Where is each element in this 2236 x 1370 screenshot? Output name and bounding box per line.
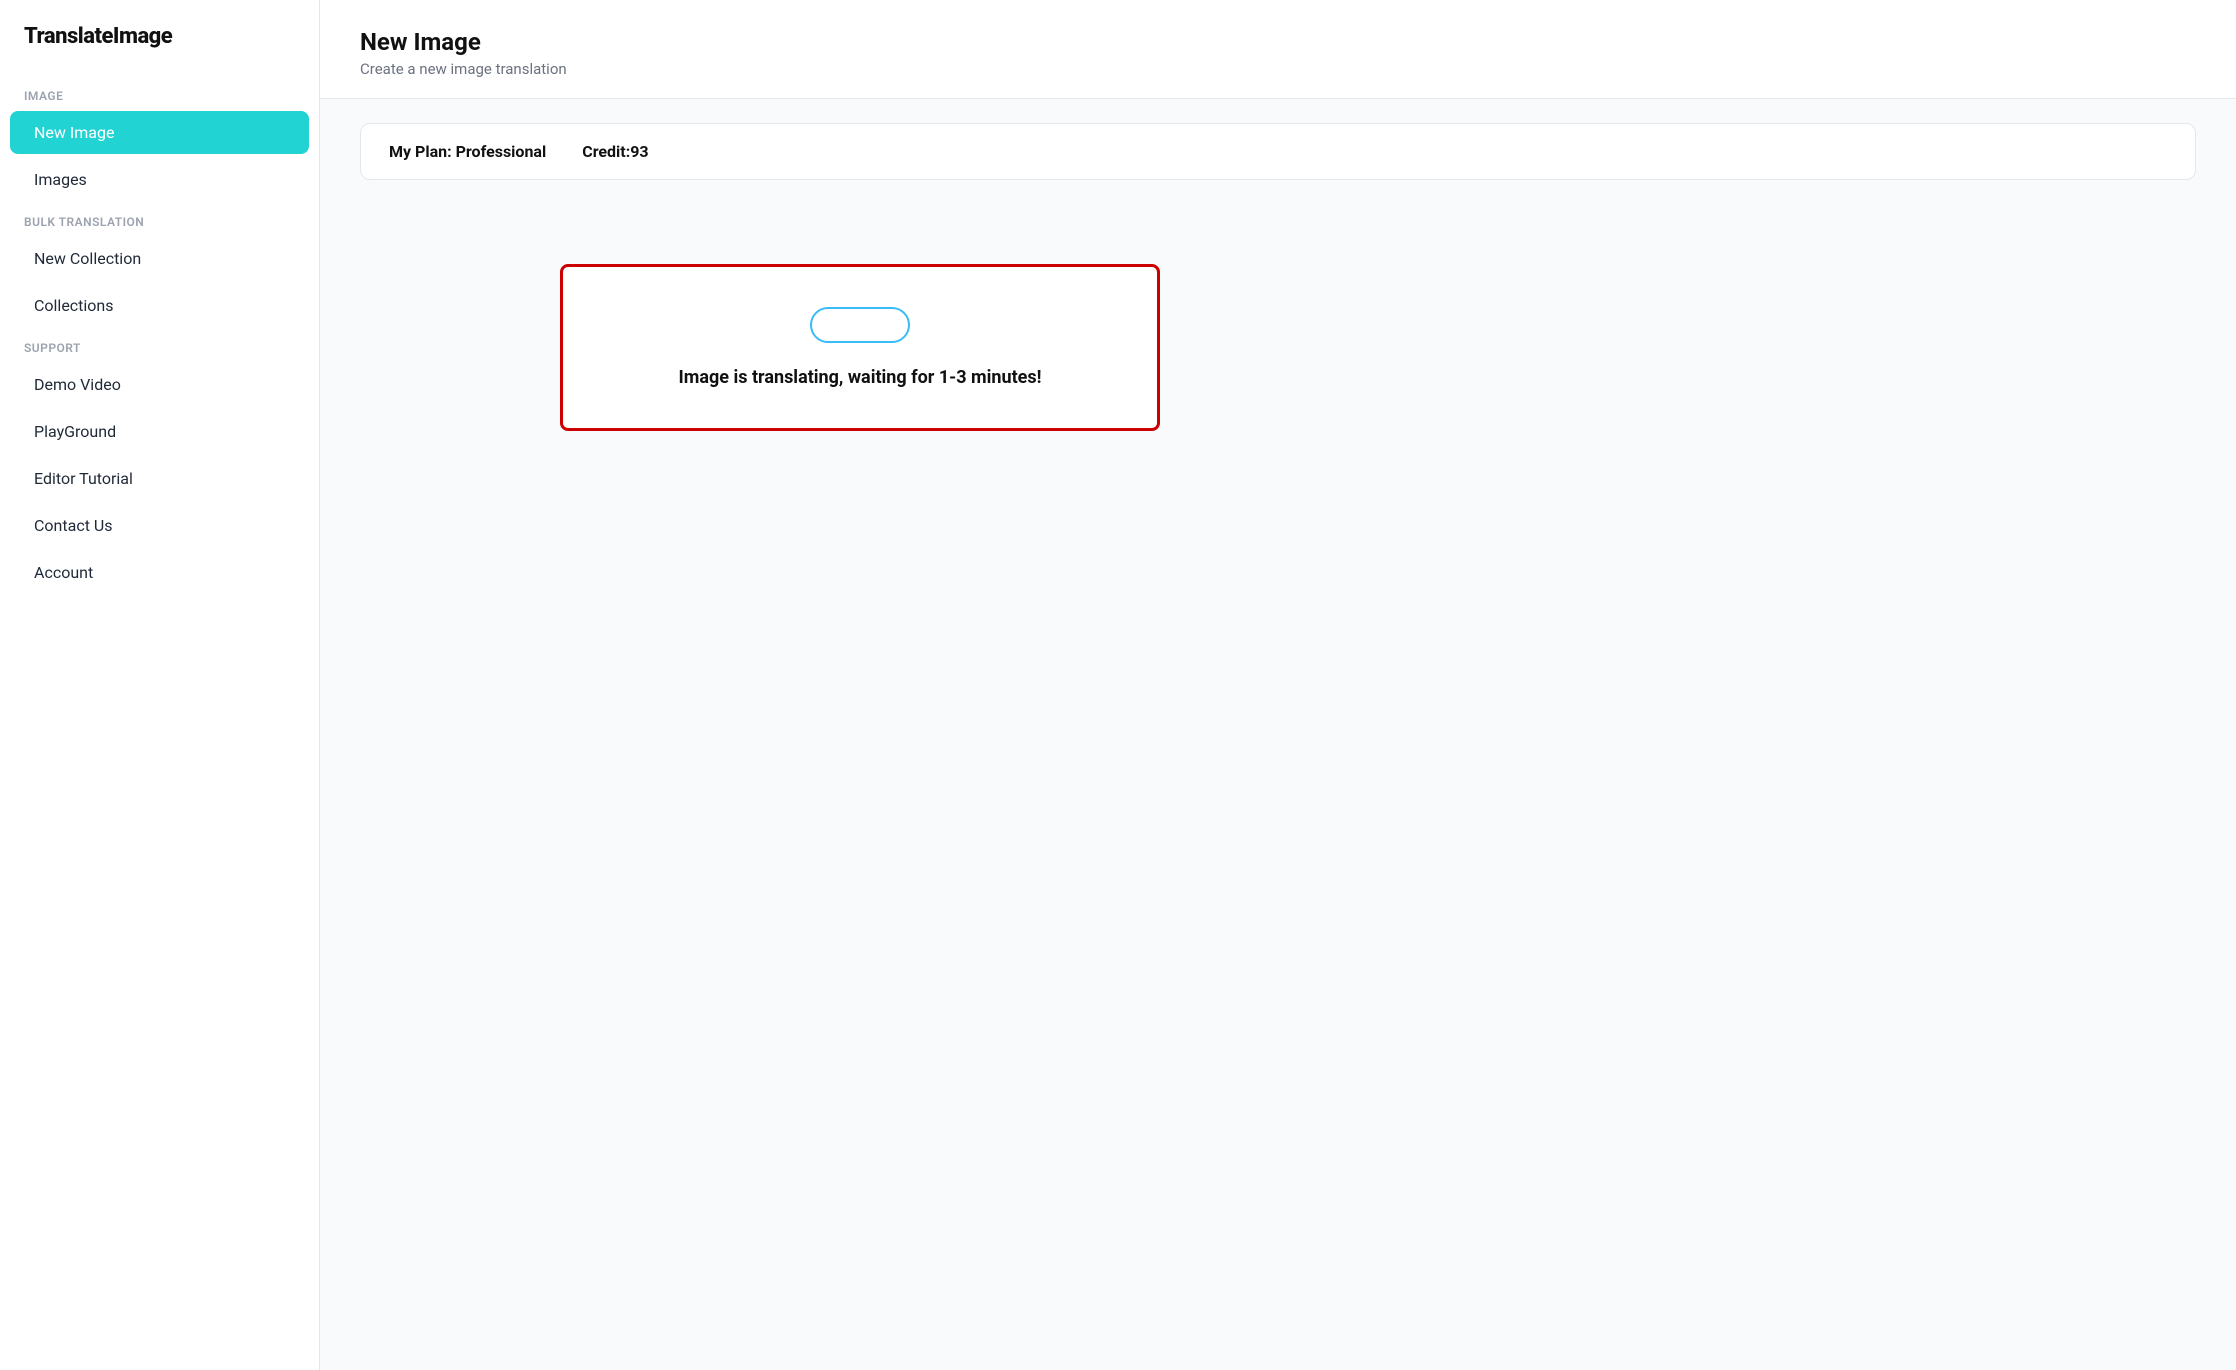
credit-label: Credit:93	[582, 142, 648, 161]
page-header: New Image Create a new image translation	[320, 0, 2236, 99]
section-label-bulk-translation: BULK TRANSLATION	[0, 203, 319, 235]
sidebar-item-new-image[interactable]: New Image	[10, 111, 309, 154]
section-label-image: IMAGE	[0, 77, 319, 109]
sidebar-item-editor-tutorial[interactable]: Editor Tutorial	[10, 457, 309, 500]
loading-spinner	[810, 307, 910, 343]
plan-label: My Plan: Professional	[389, 142, 546, 161]
sidebar-item-images[interactable]: Images	[10, 158, 309, 201]
sidebar-item-playground[interactable]: PlayGround	[10, 410, 309, 453]
main-body: Image is translating, waiting for 1-3 mi…	[320, 204, 2236, 1370]
page-title: New Image	[360, 28, 2196, 56]
translating-message: Image is translating, waiting for 1-3 mi…	[679, 367, 1042, 388]
page-subtitle: Create a new image translation	[360, 60, 2196, 78]
sidebar-item-contact-us[interactable]: Contact Us	[10, 504, 309, 547]
translation-status-box: Image is translating, waiting for 1-3 mi…	[560, 264, 1160, 431]
main-content: New Image Create a new image translation…	[320, 0, 2236, 1370]
app-logo: TranslateImage	[0, 24, 319, 77]
sidebar-item-account[interactable]: Account	[10, 551, 309, 594]
sidebar-item-collections[interactable]: Collections	[10, 284, 309, 327]
sidebar-item-demo-video[interactable]: Demo Video	[10, 363, 309, 406]
sidebar: TranslateImage IMAGE New Image Images BU…	[0, 0, 320, 1370]
section-label-support: SUPPORT	[0, 329, 319, 361]
plan-bar: My Plan: Professional Credit:93	[360, 123, 2196, 180]
sidebar-item-new-collection[interactable]: New Collection	[10, 237, 309, 280]
